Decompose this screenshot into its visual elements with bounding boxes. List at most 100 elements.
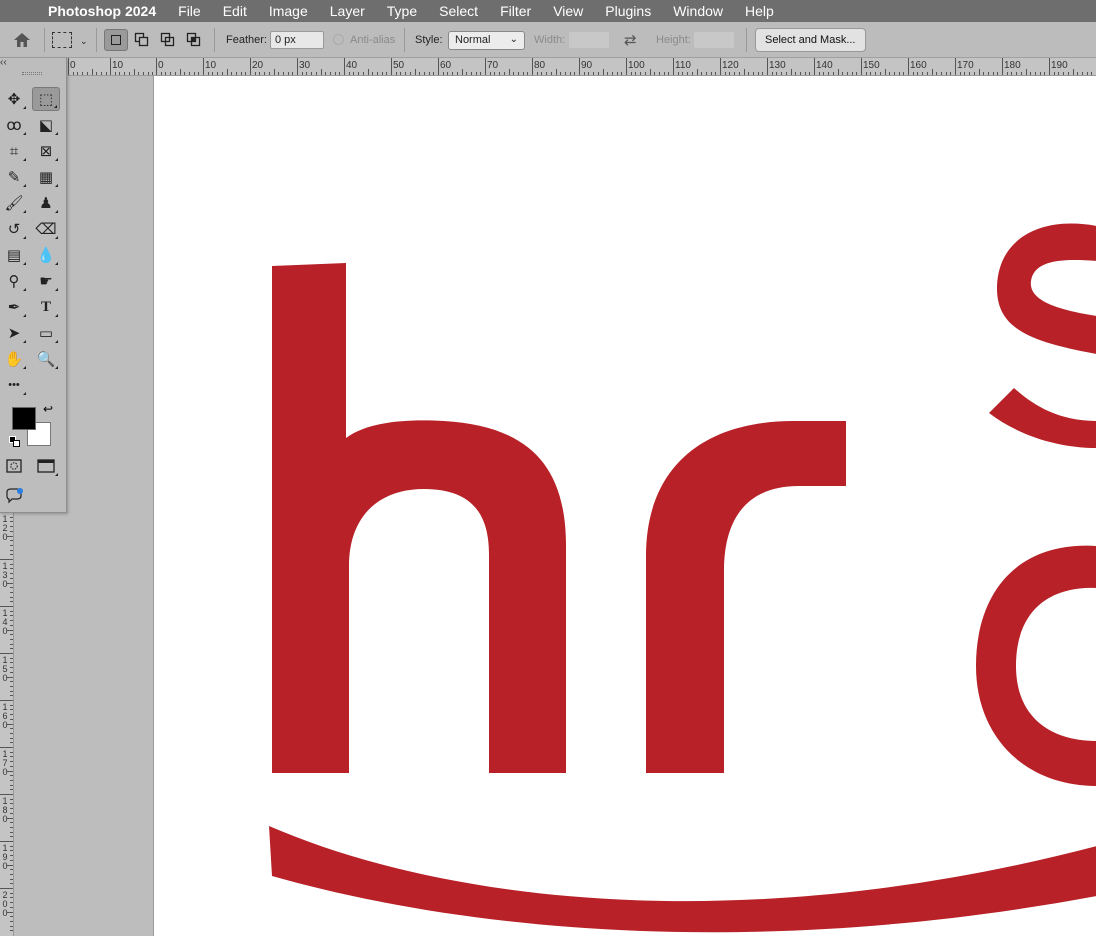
height-input[interactable]: [693, 31, 735, 49]
smudge-tool[interactable]: ☛: [32, 269, 60, 293]
object-selection-tool[interactable]: ⬕: [32, 113, 60, 137]
menu-layer[interactable]: Layer: [319, 3, 376, 19]
lasso-icon: ꝏ: [6, 117, 22, 134]
ruler-minor-tick: [10, 587, 13, 589]
document-canvas[interactable]: [153, 76, 1096, 936]
ruler-minor-tick: [696, 69, 698, 75]
crop-tool[interactable]: ⌗: [0, 139, 28, 163]
new-selection-button[interactable]: [104, 29, 128, 51]
menu-window[interactable]: Window: [662, 3, 734, 19]
chevron-down-icon[interactable]: ⌄: [80, 36, 88, 47]
subtract-from-selection-button[interactable]: [156, 29, 180, 51]
rectangle-icon: ▭: [38, 325, 54, 342]
ruler-label: 1 8 0: [2, 796, 8, 824]
ruler-label: 30: [299, 60, 311, 71]
menu-filter[interactable]: Filter: [489, 3, 542, 19]
menu-select[interactable]: Select: [428, 3, 489, 19]
eraser-tool[interactable]: ⌫: [32, 217, 60, 241]
spot-healing-tool[interactable]: ▦: [32, 165, 60, 189]
share-review-icon: [6, 488, 23, 504]
move-tool[interactable]: ✥: [0, 87, 28, 111]
edit-toolbar[interactable]: •••: [0, 373, 28, 397]
panel-grip[interactable]: [22, 72, 42, 75]
menu-help[interactable]: Help: [734, 3, 785, 19]
menu-plugins[interactable]: Plugins: [594, 3, 662, 19]
gradient-tool[interactable]: ▤: [0, 243, 28, 267]
ruler-minor-tick: [10, 573, 13, 575]
hand-tool[interactable]: ✋: [0, 347, 28, 371]
ruler-minor-tick: [10, 591, 13, 593]
pen-icon: ✒: [7, 299, 21, 316]
letter-h: [272, 263, 566, 773]
menu-type[interactable]: Type: [376, 3, 428, 19]
tools-panel: ‹‹ ↩ ✥ ⬚ ꝏ ⬕ ⌗ ⊠ ✎ ▦ 🖌 ♟ ↺ ⌫ ▤ 💧 ⚲ ☛ ✒ T ➤ ▭ ✋ 🔍 •••: [0, 58, 67, 513]
select-and-mask-button[interactable]: Select and Mask...: [755, 28, 866, 52]
ruler-label: 60: [440, 60, 452, 71]
quick-mask-button[interactable]: [0, 454, 28, 478]
horizontal-ruler[interactable]: 0 10 0 10 20 30 40 50 60 70 80 90 100 110 120 130 140 150…: [68, 58, 1096, 76]
ruler-minor-tick: [10, 728, 13, 730]
vertical-ruler[interactable]: 1 2 0 1 3 0 1 4 0 1 5 0 1 6 0 1 7 0 1 8 0 1 9 0…: [0, 512, 14, 936]
path-selection-tool[interactable]: ➤: [0, 321, 28, 345]
ruler-minor-tick: [10, 897, 13, 899]
ruler-minor-tick: [461, 69, 463, 75]
ruler-minor-tick: [10, 549, 13, 551]
ruler-major-tick: [767, 58, 768, 75]
ruler-label: 1 7 0: [2, 749, 8, 777]
ruler-minor-tick: [10, 615, 13, 617]
ruler-minor-tick: [978, 69, 980, 75]
blur-tool[interactable]: 💧: [32, 243, 60, 267]
style-select[interactable]: Normal ⌄: [448, 31, 525, 50]
marquee-preset-icon[interactable]: [52, 32, 72, 48]
pen-tool[interactable]: ✒: [0, 295, 28, 319]
history-brush-tool[interactable]: ↺: [0, 217, 28, 241]
default-colors-icon[interactable]: [9, 436, 21, 448]
ruler-minor-tick: [10, 742, 13, 744]
foreground-color-swatch[interactable]: [12, 407, 36, 430]
app-menu[interactable]: Photoshop 2024: [40, 3, 167, 19]
clone-stamp-tool[interactable]: ♟: [32, 191, 60, 215]
menu-file[interactable]: File: [167, 3, 212, 19]
ruler-minor-tick: [10, 803, 13, 805]
type-tool[interactable]: T: [32, 295, 60, 319]
ruler-minor-tick: [7, 864, 13, 866]
spot-healing-icon: ▦: [38, 169, 54, 186]
zoom-tool[interactable]: 🔍: [32, 347, 60, 371]
ruler-minor-tick: [1025, 69, 1027, 75]
rectangle-tool[interactable]: ▭: [32, 321, 60, 345]
screen-mode-button[interactable]: [32, 454, 60, 478]
eyedropper-icon: ✎: [7, 169, 21, 186]
intersect-selection-button[interactable]: [182, 29, 206, 51]
menu-view[interactable]: View: [542, 3, 594, 19]
ruler-minor-tick: [10, 925, 13, 927]
ruler-minor-tick: [7, 629, 13, 631]
swap-colors-icon[interactable]: ↩: [43, 402, 53, 416]
eraser-icon: ⌫: [35, 221, 57, 238]
ruler-minor-tick: [10, 662, 13, 664]
antialias-checkbox[interactable]: [333, 34, 344, 45]
ruler-label: 1 2 0: [2, 514, 8, 542]
collapse-panel-icon[interactable]: ‹‹: [0, 58, 7, 68]
share-for-review-button[interactable]: [0, 484, 28, 508]
brush-tool[interactable]: 🖌: [0, 191, 28, 215]
menu-edit[interactable]: Edit: [212, 3, 258, 19]
dodge-tool[interactable]: ⚲: [0, 269, 28, 293]
width-input[interactable]: [568, 31, 610, 49]
rectangular-marquee-tool[interactable]: ⬚: [32, 87, 60, 111]
add-to-selection-button[interactable]: [130, 29, 154, 51]
ruler-major-tick: [532, 58, 533, 75]
add-selection-icon: [134, 32, 149, 47]
ruler-minor-tick: [10, 873, 13, 875]
divider: [44, 28, 45, 52]
path-selection-icon: ➤: [7, 325, 21, 342]
feather-input[interactable]: 0 px: [270, 31, 324, 49]
new-selection-icon: [111, 35, 121, 45]
swap-dimensions-icon[interactable]: ⇄: [624, 31, 637, 49]
menu-image[interactable]: Image: [258, 3, 319, 19]
home-icon[interactable]: [12, 31, 32, 49]
ruler-label: 100: [628, 60, 645, 71]
frame-tool[interactable]: ⊠: [32, 139, 60, 163]
eyedropper-tool[interactable]: ✎: [0, 165, 28, 189]
lasso-tool[interactable]: ꝏ: [0, 113, 28, 137]
ruler-minor-tick: [602, 69, 604, 75]
